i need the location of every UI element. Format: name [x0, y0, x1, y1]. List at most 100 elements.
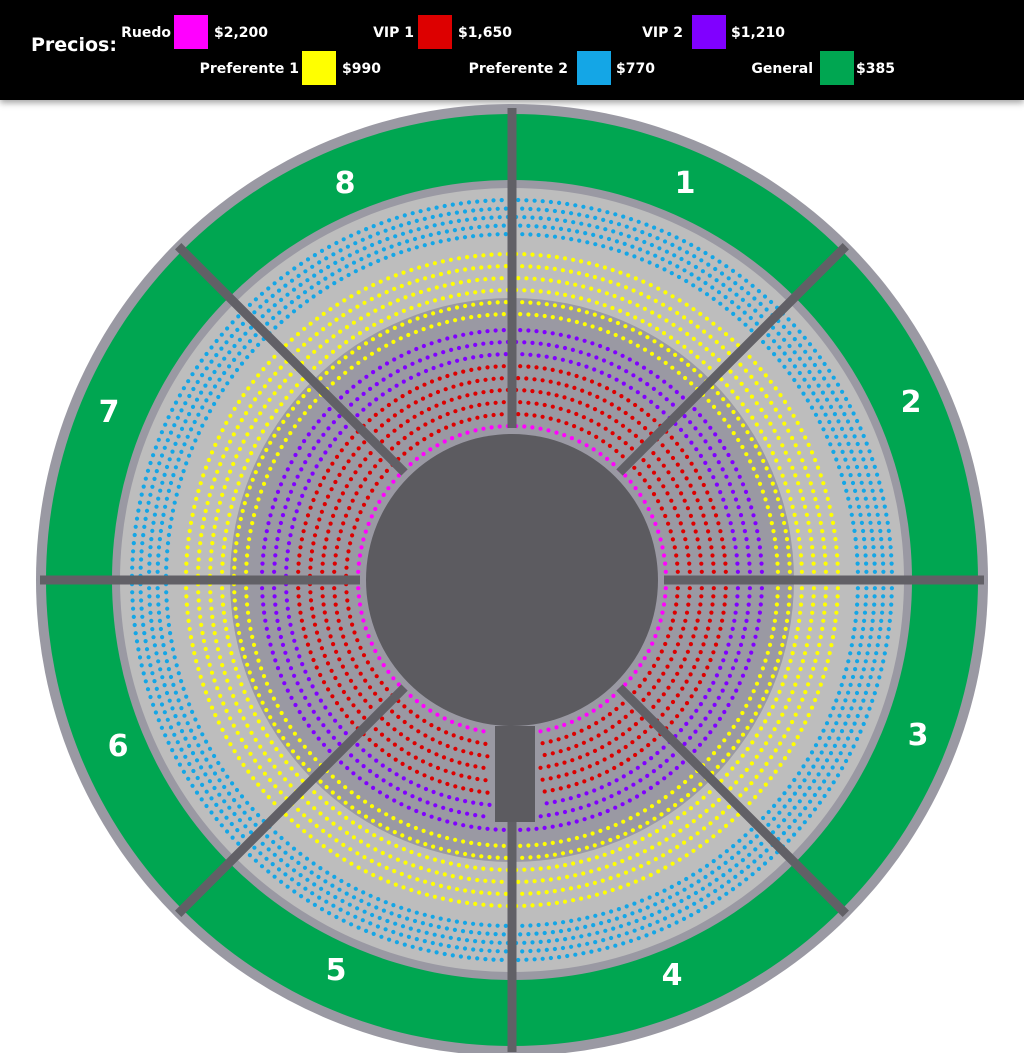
seat[interactable]: [666, 807, 671, 813]
seat[interactable]: [181, 769, 186, 774]
seat[interactable]: [770, 451, 775, 456]
seat[interactable]: [717, 829, 722, 834]
seat[interactable]: [141, 484, 146, 489]
seat[interactable]: [782, 791, 787, 796]
seat[interactable]: [222, 370, 227, 376]
seat[interactable]: [473, 865, 478, 870]
seat[interactable]: [334, 240, 339, 246]
seat[interactable]: [247, 302, 252, 307]
seat[interactable]: [497, 424, 502, 429]
seat[interactable]: [783, 529, 788, 534]
seat[interactable]: [540, 741, 545, 746]
seat[interactable]: [612, 861, 617, 867]
seat[interactable]: [212, 401, 217, 407]
seat[interactable]: [139, 663, 144, 668]
seat[interactable]: [308, 598, 314, 603]
seat[interactable]: [252, 310, 257, 315]
seat[interactable]: [648, 370, 654, 375]
seat[interactable]: [197, 606, 202, 611]
seat[interactable]: [753, 308, 758, 313]
seat[interactable]: [870, 698, 875, 704]
seat[interactable]: [429, 324, 434, 329]
seat[interactable]: [546, 813, 551, 818]
seat[interactable]: [503, 264, 508, 269]
seat[interactable]: [408, 375, 414, 380]
seat[interactable]: [231, 693, 236, 699]
seat[interactable]: [855, 418, 860, 424]
seat[interactable]: [646, 506, 651, 512]
seat[interactable]: [770, 674, 775, 679]
seat[interactable]: [406, 751, 411, 756]
seat[interactable]: [775, 497, 781, 502]
seat[interactable]: [639, 257, 645, 262]
seat[interactable]: [341, 465, 346, 471]
seat[interactable]: [858, 426, 863, 431]
seat[interactable]: [870, 537, 875, 542]
seat[interactable]: [536, 265, 541, 270]
seat[interactable]: [759, 569, 765, 574]
seat[interactable]: [589, 949, 594, 954]
seat[interactable]: [749, 650, 754, 655]
seat[interactable]: [867, 512, 872, 517]
seat[interactable]: [635, 852, 640, 857]
seat[interactable]: [336, 779, 341, 785]
seat[interactable]: [422, 437, 427, 442]
seat[interactable]: [854, 690, 860, 696]
seat[interactable]: [200, 630, 205, 636]
seat[interactable]: [383, 927, 388, 932]
seat[interactable]: [721, 397, 726, 402]
seat[interactable]: [473, 813, 478, 818]
seat[interactable]: [608, 876, 613, 881]
seat[interactable]: [285, 658, 291, 663]
seat[interactable]: [277, 771, 282, 776]
seat[interactable]: [693, 426, 698, 431]
seat[interactable]: [743, 787, 749, 792]
seat[interactable]: [635, 765, 640, 770]
seat[interactable]: [862, 537, 867, 542]
seat[interactable]: [867, 643, 872, 648]
seat[interactable]: [524, 879, 529, 884]
seat[interactable]: [569, 211, 574, 216]
seat[interactable]: [698, 844, 703, 849]
seat[interactable]: [338, 248, 343, 253]
seat[interactable]: [572, 770, 577, 775]
seat[interactable]: [675, 264, 680, 269]
seat[interactable]: [489, 940, 494, 945]
seat[interactable]: [528, 352, 533, 357]
seat[interactable]: [572, 424, 577, 429]
seat[interactable]: [362, 300, 367, 305]
seat[interactable]: [633, 669, 638, 674]
seat[interactable]: [351, 703, 356, 708]
seat[interactable]: [291, 868, 297, 873]
seat[interactable]: [368, 451, 373, 456]
seat[interactable]: [418, 289, 424, 295]
seat[interactable]: [187, 626, 192, 632]
seat[interactable]: [601, 797, 607, 802]
seat[interactable]: [721, 282, 726, 287]
seat[interactable]: [366, 843, 371, 848]
seat[interactable]: [256, 782, 261, 787]
seat[interactable]: [232, 406, 237, 411]
seat[interactable]: [373, 691, 378, 696]
seat[interactable]: [245, 553, 250, 558]
seat[interactable]: [630, 911, 635, 916]
seat[interactable]: [693, 626, 698, 631]
seat[interactable]: [528, 206, 533, 212]
seat[interactable]: [762, 861, 768, 866]
seat[interactable]: [807, 627, 813, 632]
seat[interactable]: [870, 667, 875, 672]
seat[interactable]: [431, 789, 436, 795]
seat[interactable]: [311, 657, 316, 663]
seat[interactable]: [395, 786, 400, 791]
seat[interactable]: [221, 610, 226, 615]
seat[interactable]: [855, 736, 860, 742]
seat[interactable]: [384, 361, 390, 366]
seat[interactable]: [374, 773, 379, 779]
seat[interactable]: [337, 795, 342, 800]
seat[interactable]: [697, 680, 703, 685]
seat[interactable]: [536, 890, 541, 896]
seat[interactable]: [848, 651, 853, 656]
seat[interactable]: [428, 762, 433, 767]
seat[interactable]: [441, 350, 446, 355]
seat[interactable]: [406, 247, 412, 252]
